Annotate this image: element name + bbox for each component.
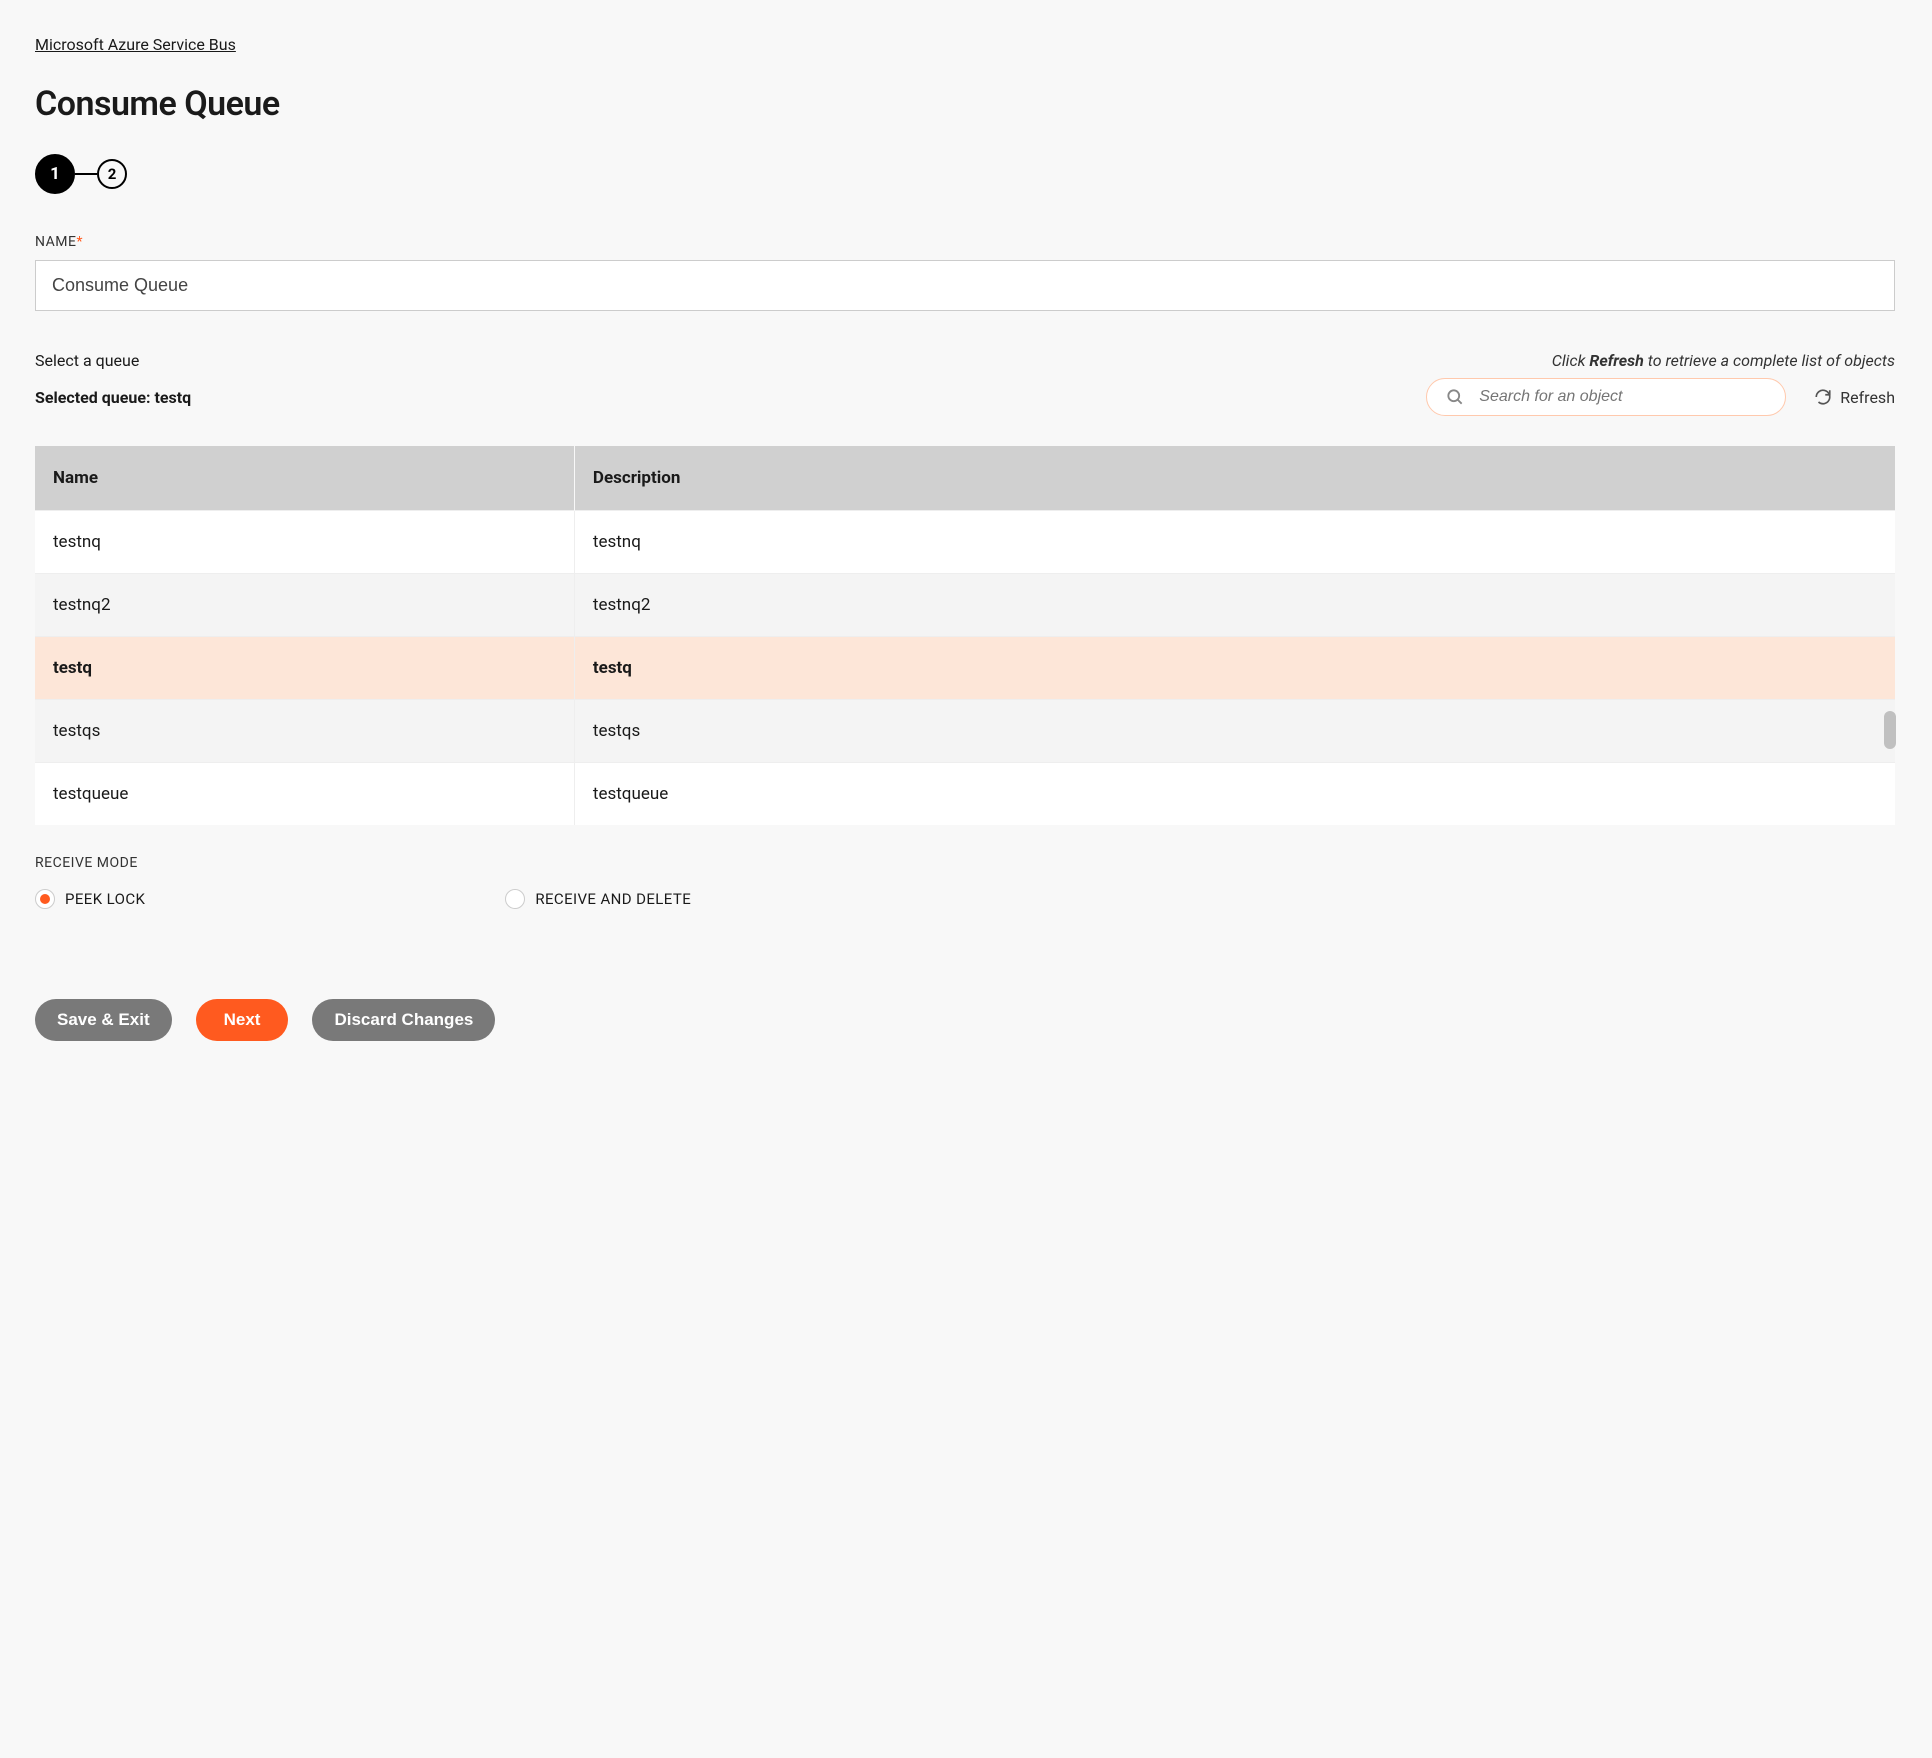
radio-circle: [505, 889, 525, 909]
name-field-label: NAME*: [35, 234, 1895, 250]
table-row[interactable]: testnq2testnq2: [35, 574, 1895, 637]
step-connector: [75, 173, 97, 175]
search-icon: [1445, 387, 1465, 407]
table-row[interactable]: testnqtestnq: [35, 511, 1895, 574]
cell-name: testq: [35, 637, 574, 700]
cell-description: testnq: [574, 511, 1895, 574]
cell-name: testqs: [35, 700, 574, 763]
refresh-button[interactable]: Refresh: [1814, 388, 1895, 407]
radio-circle: [35, 889, 55, 909]
receive-mode-label: RECEIVE MODE: [35, 855, 1895, 871]
scrollbar-thumb[interactable]: [1884, 711, 1896, 749]
radio-option[interactable]: PEEK LOCK: [35, 889, 145, 909]
queue-table: Name Description testnqtestnqtestnq2test…: [35, 446, 1895, 825]
discard-button[interactable]: Discard Changes: [312, 999, 495, 1041]
helper-text: Click Refresh to retrieve a complete lis…: [1552, 351, 1895, 370]
refresh-label: Refresh: [1840, 388, 1895, 407]
step-1[interactable]: 1: [35, 154, 75, 194]
cell-name: testnq: [35, 511, 574, 574]
next-button[interactable]: Next: [196, 999, 289, 1041]
radio-option[interactable]: RECEIVE AND DELETE: [505, 889, 691, 909]
cell-name: testnq2: [35, 574, 574, 637]
column-header-description[interactable]: Description: [574, 446, 1895, 511]
page-title: Consume Queue: [35, 84, 1895, 124]
cell-description: testqueue: [574, 763, 1895, 826]
search-input[interactable]: [1477, 387, 1767, 407]
refresh-icon: [1814, 388, 1832, 406]
selected-queue-label: Selected queue: testq: [35, 388, 191, 407]
stepper: 1 2: [35, 154, 1895, 194]
name-input[interactable]: [35, 260, 1895, 311]
save-exit-button[interactable]: Save & Exit: [35, 999, 172, 1041]
column-header-name[interactable]: Name: [35, 446, 574, 511]
cell-description: testnq2: [574, 574, 1895, 637]
table-row[interactable]: testqueuetestqueue: [35, 763, 1895, 826]
cell-description: testqs: [574, 700, 1895, 763]
cell-description: testq: [574, 637, 1895, 700]
breadcrumb-link[interactable]: Microsoft Azure Service Bus: [35, 35, 236, 54]
radio-label: PEEK LOCK: [65, 890, 145, 908]
table-row[interactable]: testqtestq: [35, 637, 1895, 700]
radio-label: RECEIVE AND DELETE: [535, 890, 691, 908]
step-2[interactable]: 2: [97, 159, 127, 189]
table-row[interactable]: testqstestqs: [35, 700, 1895, 763]
cell-name: testqueue: [35, 763, 574, 826]
select-queue-label: Select a queue: [35, 351, 139, 370]
search-box[interactable]: [1426, 378, 1786, 416]
